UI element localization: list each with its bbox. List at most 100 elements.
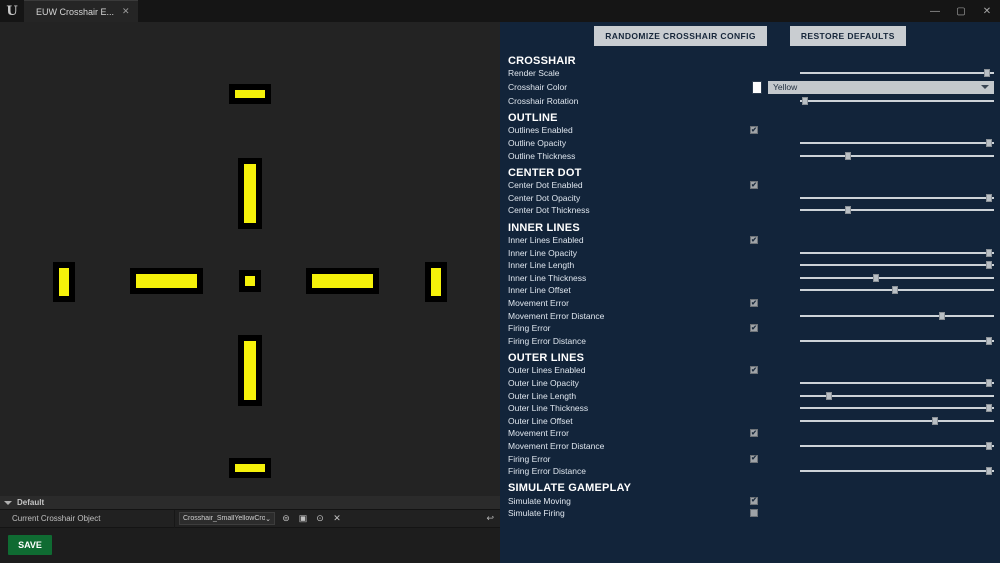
slider-track <box>800 196 994 199</box>
setting-label: Simulate Moving <box>508 495 571 506</box>
maximize-icon[interactable]: ▢ <box>948 0 974 22</box>
slider-handle[interactable] <box>845 151 852 160</box>
minimize-icon[interactable]: — <box>922 0 948 22</box>
slider-center-dot-thickness[interactable] <box>800 204 994 216</box>
editor-tab[interactable]: EUW Crosshair E... ✕ <box>24 0 138 22</box>
slider-handle[interactable] <box>986 378 993 387</box>
slider-outline-opacity[interactable] <box>800 137 994 149</box>
slider-handle[interactable] <box>873 273 880 282</box>
slider-handle[interactable] <box>986 248 993 257</box>
outer-line-top <box>229 84 271 104</box>
outer-line-left-fill <box>59 268 69 296</box>
slider-center-dot-opacity[interactable] <box>800 192 994 204</box>
setting-label: Outer Line Opacity <box>508 377 579 388</box>
section-header-simulate-gameplay: SIMULATE GAMEPLAY <box>508 482 632 495</box>
slider-handle[interactable] <box>931 416 938 425</box>
setting-row-firing-error: Firing Error ✔ <box>500 452 1000 465</box>
checkbox-firing-error[interactable]: ✔ <box>750 324 758 333</box>
slider-handle[interactable] <box>986 467 993 476</box>
slider-handle[interactable] <box>939 311 946 320</box>
slider-track <box>800 276 994 279</box>
randomize-crosshair-config-button[interactable]: RANDOMIZE CROSSHAIR CONFIG <box>594 26 767 46</box>
settings-sections: CROSSHAIRRender Scale4,9 Crosshair Color Y… <box>500 51 1000 520</box>
section-header-outer-lines: OUTER LINES <box>508 352 585 365</box>
slider-firing-error-distance[interactable] <box>800 465 994 477</box>
setting-label: Center Dot Enabled <box>508 180 583 191</box>
crosshair-color-dropdown[interactable]: Yellow <box>768 80 994 94</box>
setting-row-simulate-moving: Simulate Moving ✔ <box>500 494 1000 507</box>
checkbox-inner-lines-enabled[interactable]: ✔ <box>750 236 758 245</box>
check-icon: ✔ <box>751 236 757 244</box>
slider-movement-error-distance[interactable] <box>800 310 994 322</box>
checkbox-movement-error[interactable]: ✔ <box>750 429 758 438</box>
reset-to-default-icon[interactable]: ↩ <box>486 513 494 524</box>
use-selected-asset-icon[interactable]: ▣ <box>297 513 309 525</box>
window-close-icon[interactable]: ✕ <box>974 0 1000 22</box>
slider-inner-line-opacity[interactable] <box>800 247 994 259</box>
checkbox-simulate-firing[interactable]: ✔ <box>750 509 758 518</box>
slider-track <box>800 339 994 342</box>
slider-track <box>800 264 994 267</box>
slider-outline-thickness[interactable] <box>800 150 994 162</box>
slider-handle[interactable] <box>986 336 993 345</box>
setting-row-center-dot-thickness: Center Dot Thickness4 <box>500 204 1000 217</box>
slider-track <box>800 251 994 254</box>
slider-handle[interactable] <box>986 404 993 413</box>
setting-row-simulate-firing: Simulate Firing ✔ <box>500 507 1000 520</box>
browse-to-asset-icon[interactable]: ⊜ <box>280 513 292 525</box>
checkbox-center-dot-enabled[interactable]: ✔ <box>750 181 758 190</box>
crosshair-object-value: Crosshair_SmallYellowCross <box>183 515 266 522</box>
slider-handle[interactable] <box>986 193 993 202</box>
setting-row-crosshair-color: Crosshair Color Yellow <box>500 80 1000 95</box>
slider-handle[interactable] <box>986 441 993 450</box>
setting-label: Outer Line Length <box>508 390 577 401</box>
slider-outer-line-opacity[interactable] <box>800 377 994 389</box>
check-icon: ✔ <box>751 497 757 505</box>
slider-movement-error-distance[interactable] <box>800 440 994 452</box>
check-icon: ✔ <box>751 455 757 463</box>
slider-crosshair-rotation[interactable] <box>800 95 994 107</box>
slider-handle[interactable] <box>986 139 993 148</box>
slider-handle[interactable] <box>892 286 899 295</box>
slider-inner-line-length[interactable] <box>800 259 994 271</box>
slider-handle[interactable] <box>801 96 808 105</box>
restore-defaults-button[interactable]: RESTORE DEFAULTS <box>789 26 906 46</box>
inner-line-right-fill <box>312 274 373 288</box>
save-button[interactable]: SAVE <box>8 535 52 555</box>
property-row-current-crosshair-object: Current Crosshair Object Crosshair_Small… <box>0 509 500 528</box>
crosshair-object-picker[interactable]: Crosshair_SmallYellowCross ⌄ <box>179 512 275 525</box>
slider-handle[interactable] <box>984 69 991 78</box>
clear-asset-icon[interactable]: ✕ <box>331 513 343 525</box>
slider-handle[interactable] <box>845 206 852 215</box>
crosshair-color-swatch[interactable] <box>752 80 762 94</box>
slider-handle[interactable] <box>986 261 993 270</box>
inner-line-left-fill <box>136 274 197 288</box>
setting-row-outer-lines-enabled: Outer Lines Enabled ✔ <box>500 364 1000 377</box>
checkbox-simulate-moving[interactable]: ✔ <box>750 496 758 505</box>
slider-outer-line-thickness[interactable] <box>800 402 994 414</box>
chevron-down-icon <box>4 500 12 505</box>
slider-firing-error-distance[interactable] <box>800 335 994 347</box>
checkbox-movement-error[interactable]: ✔ <box>750 299 758 308</box>
slider-handle[interactable] <box>826 391 833 400</box>
slider-track <box>800 209 994 212</box>
setting-label: Inner Line Offset <box>508 285 571 296</box>
slider-track <box>800 381 994 384</box>
check-icon: ✔ <box>751 299 757 307</box>
browse-asset-icon[interactable]: ⊙ <box>314 513 326 525</box>
slider-render-scale[interactable] <box>800 67 994 79</box>
slider-outer-line-length[interactable] <box>800 390 994 402</box>
checkbox-firing-error[interactable]: ✔ <box>750 454 758 463</box>
check-icon: ✔ <box>751 324 757 332</box>
slider-inner-line-offset[interactable] <box>800 284 994 296</box>
checkbox-outer-lines-enabled[interactable]: ✔ <box>750 366 758 375</box>
close-icon[interactable]: ✕ <box>122 7 130 16</box>
checkbox-outlines-enabled[interactable]: ✔ <box>750 126 758 135</box>
details-category-header[interactable]: Default <box>0 496 500 510</box>
setting-row-inner-lines-enabled: Inner Lines Enabled ✔ <box>500 234 1000 247</box>
slider-outer-line-offset[interactable] <box>800 415 994 427</box>
setting-row-outer-line-thickness: Outer Line Thickness10 <box>500 402 1000 415</box>
slider-track <box>800 99 994 102</box>
setting-label: Outlines Enabled <box>508 125 573 136</box>
slider-inner-line-thickness[interactable] <box>800 272 994 284</box>
